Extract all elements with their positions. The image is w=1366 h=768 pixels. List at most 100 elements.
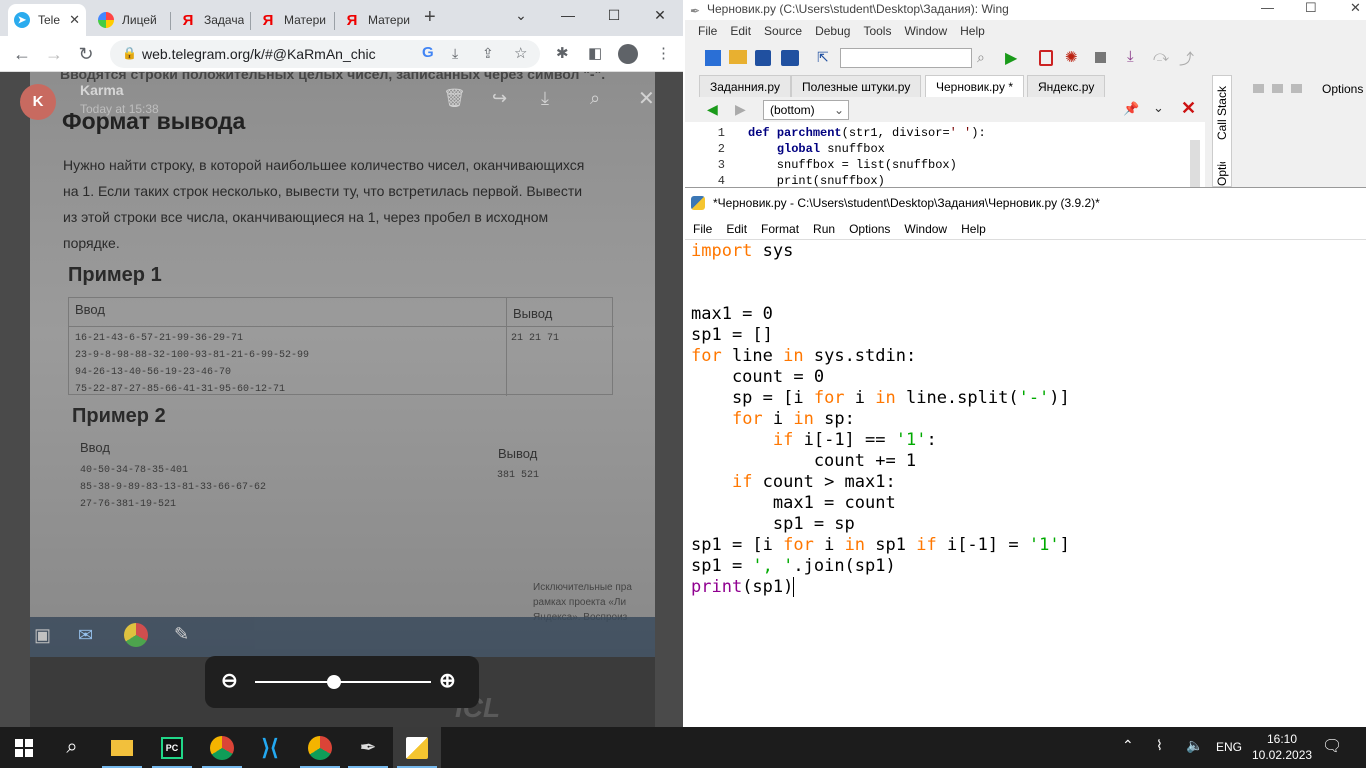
maximize-button[interactable]: ☐ xyxy=(591,0,637,30)
share-icon[interactable]: ⇪ xyxy=(482,45,494,62)
tab-options[interactable]: Options xyxy=(1215,162,1229,186)
step-out-icon[interactable]: ⤴ xyxy=(1179,48,1194,69)
step-over-icon[interactable]: ⤼ xyxy=(1153,48,1169,65)
clock[interactable]: 16:10 10.02.2023 xyxy=(1252,731,1312,763)
menu-source[interactable]: Source xyxy=(764,24,802,44)
close-icon[interactable]: ✕ xyxy=(638,86,655,111)
run-icon[interactable]: ▶ xyxy=(1005,48,1017,68)
menu-edit[interactable]: Edit xyxy=(730,24,751,44)
search-icon[interactable]: ⌕ xyxy=(48,727,96,768)
pycharm-icon[interactable]: PC xyxy=(148,727,196,768)
menu-window[interactable]: Window xyxy=(904,24,947,44)
breakpoint-icon[interactable] xyxy=(1039,50,1053,66)
panel-icon[interactable] xyxy=(1291,84,1302,93)
tab-yandex[interactable]: Яндекс.py xyxy=(1027,75,1106,97)
search-input[interactable] xyxy=(840,48,972,68)
menu-tools[interactable]: Tools xyxy=(863,24,891,44)
minimize-button[interactable]: — xyxy=(1261,0,1274,15)
wifi-icon[interactable]: ⌇ xyxy=(1156,737,1163,754)
menu-debug[interactable]: Debug xyxy=(815,24,850,44)
tab-poleznye[interactable]: Полезные штуки.py xyxy=(791,75,922,97)
step-into-icon[interactable]: ⤓ xyxy=(1127,48,1134,65)
show-hidden-icons[interactable]: ⌃ xyxy=(1122,737,1134,754)
pin-icon[interactable]: 📌 xyxy=(1123,101,1139,117)
menu-options[interactable]: Options xyxy=(849,218,890,239)
forward-button[interactable]: → xyxy=(42,42,66,66)
scope-select[interactable]: (bottom) ⌄ xyxy=(763,100,849,120)
close-editor-icon[interactable]: ✕ xyxy=(1181,98,1196,119)
back-icon[interactable]: ◀ xyxy=(707,101,718,118)
back-button[interactable]: ← xyxy=(10,42,34,66)
chrome-icon[interactable] xyxy=(198,727,246,768)
tab-zadaniya[interactable]: Заданния.py xyxy=(699,75,792,97)
extensions-icon[interactable]: ✱ xyxy=(556,44,569,62)
bookmark-star-icon[interactable]: ☆ xyxy=(514,44,527,62)
idle-icon[interactable] xyxy=(393,727,441,768)
zoom-slider-track[interactable] xyxy=(255,681,431,683)
menu-help[interactable]: Help xyxy=(960,24,985,44)
tab-task[interactable]: Я Задача xyxy=(174,4,244,36)
search-icon[interactable]: ⌕ xyxy=(977,49,985,66)
new-file-icon[interactable] xyxy=(705,50,721,66)
google-translate-icon[interactable]: G xyxy=(422,44,434,61)
zoom-in-icon[interactable]: ⊕ xyxy=(439,668,456,693)
close-window-button[interactable]: ✕ xyxy=(1350,0,1361,16)
tab-telegram[interactable]: ➤ Tele ✕ xyxy=(8,4,86,36)
select-icon[interactable]: ⇱ xyxy=(817,49,829,66)
save-all-icon[interactable] xyxy=(781,50,799,66)
wing-code-editor[interactable]: 1 2 3 4 def parchment(str1, divisor=' ')… xyxy=(685,122,1205,187)
idle-code-editor[interactable]: import sys max1 = 0 sp1 = [] for line in sy… xyxy=(691,241,1070,598)
sender-name[interactable]: Karma xyxy=(80,82,124,98)
tab-materials-1[interactable]: Я Матери xyxy=(254,4,330,36)
photo[interactable]: Вводятся строки положительных целых чисе… xyxy=(30,72,655,727)
save-icon[interactable] xyxy=(755,50,771,66)
forward-icon[interactable]: ↪ xyxy=(492,88,507,109)
vscode-icon[interactable]: ⟩⟨ xyxy=(246,727,294,768)
menu-file[interactable]: File xyxy=(698,24,717,44)
zoom-slider-thumb[interactable] xyxy=(327,675,342,689)
tab-lyceum[interactable]: Лицей xyxy=(92,4,168,36)
menu-edit[interactable]: Edit xyxy=(726,218,747,239)
maximize-button[interactable]: ☐ xyxy=(1305,0,1317,16)
tab-chernovik[interactable]: Черновик.py * xyxy=(925,75,1024,97)
stop-icon[interactable] xyxy=(1095,52,1106,63)
language-indicator[interactable]: ENG xyxy=(1216,740,1242,754)
start-button[interactable] xyxy=(0,727,48,768)
options-button[interactable]: Options xyxy=(1322,82,1363,96)
avatar[interactable]: K xyxy=(20,84,56,120)
forward-icon[interactable]: ▶ xyxy=(735,101,746,118)
panel-icon[interactable] xyxy=(1272,84,1283,93)
zoom-icon[interactable]: ⌕ xyxy=(590,88,600,109)
menu-window[interactable]: Window xyxy=(904,218,947,239)
install-app-icon[interactable]: ⤓ xyxy=(452,45,458,62)
minimize-button[interactable]: — xyxy=(545,0,591,30)
chrome-menu-icon[interactable]: ⋮ xyxy=(656,44,671,62)
panel-icon[interactable] xyxy=(1253,84,1264,93)
delete-icon[interactable]: 🗑 xyxy=(443,88,466,109)
volume-icon[interactable]: 🔈 xyxy=(1186,737,1203,754)
close-icon[interactable]: ✕ xyxy=(63,12,80,28)
download-icon[interactable]: ⤓ xyxy=(541,88,549,109)
close-window-button[interactable]: ✕ xyxy=(637,0,683,30)
profile-avatar[interactable] xyxy=(618,44,638,64)
menu-run[interactable]: Run xyxy=(813,218,835,239)
menu-file[interactable]: File xyxy=(693,218,712,239)
scrollbar[interactable] xyxy=(1190,140,1200,187)
address-bar[interactable]: 🔒 web.telegram.org/k/#@KaRmAn_chic G ⤓ ⇪… xyxy=(110,40,540,68)
file-explorer-icon[interactable] xyxy=(98,727,146,768)
notifications-icon[interactable]: 🗨 xyxy=(1322,736,1342,756)
tab-call-stack[interactable]: Call Stack xyxy=(1215,86,1229,140)
wing-feather-icon[interactable]: ✒ xyxy=(344,727,392,768)
tab-search-button[interactable]: ⌄ xyxy=(498,0,544,30)
chevron-down-icon[interactable]: ⌄ xyxy=(1153,100,1164,116)
debug-bug-icon[interactable]: ✺ xyxy=(1065,48,1078,66)
menu-format[interactable]: Format xyxy=(761,218,799,239)
zoom-out-icon[interactable]: ⊖ xyxy=(221,668,238,693)
new-tab-button[interactable]: + xyxy=(424,6,436,29)
tab-materials-2[interactable]: Я Матери xyxy=(338,4,410,36)
reload-button[interactable]: ↻ xyxy=(74,42,98,66)
side-panel-icon[interactable]: ◧ xyxy=(588,44,602,62)
chrome-profile-icon[interactable] xyxy=(296,727,344,768)
menu-help[interactable]: Help xyxy=(961,218,986,239)
open-folder-icon[interactable] xyxy=(729,50,747,64)
